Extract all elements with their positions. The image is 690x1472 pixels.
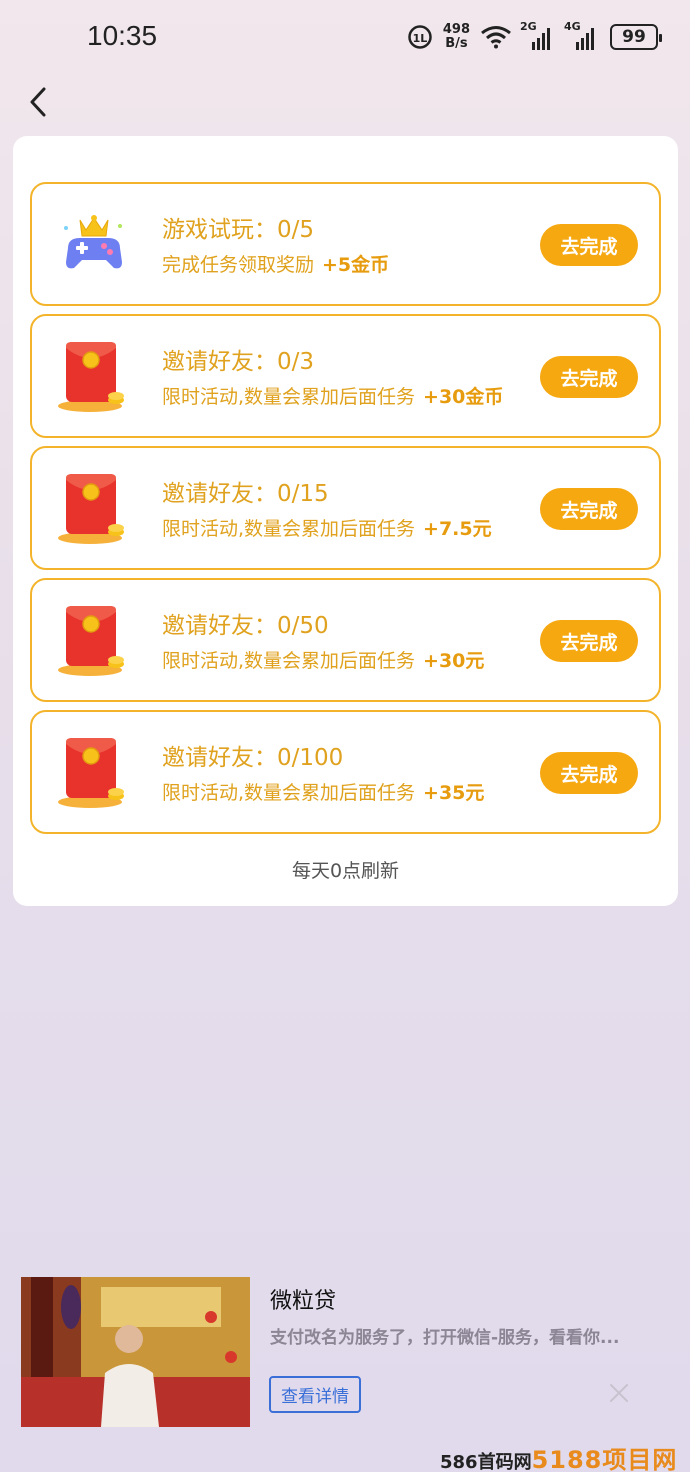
wifi-icon [481, 26, 511, 49]
task-title: 邀请好友：0/15 [162, 481, 329, 507]
task-title: 游戏试玩：0/5 [162, 217, 315, 243]
task-description: 限时活动,数量会累加后面任务 +7.5元 [162, 514, 492, 541]
task-description-text: 限时活动,数量会累加后面任务 [162, 782, 416, 804]
go-complete-button[interactable]: 去完成 [540, 488, 638, 530]
task-reward: +35元 [423, 782, 485, 804]
refresh-note: 每天0点刷新 [291, 860, 400, 882]
signal-2g-icon: 2G [520, 20, 556, 50]
task-item-game-trial: 游戏试玩：0/5 完成任务领取奖励 +5金币 去完成 [30, 182, 661, 306]
status-bar: 10:35 1L 498 B/s 2G 4G 99 [0, 0, 690, 75]
task-description: 限时活动,数量会累加后面任务 +30元 [162, 646, 484, 673]
status-icons: 1L 498 B/s 2G 4G 99 [407, 20, 662, 54]
task-item-invite-50: 邀请好友：0/50 限时活动,数量会累加后面任务 +30元 去完成 [30, 578, 661, 702]
watermark-brand: 5188项目网 [531, 1446, 678, 1472]
task-description: 限时活动,数量会累加后面任务 +30金币 [162, 382, 503, 409]
task-reward: +30金币 [423, 386, 504, 408]
task-description: 完成任务领取奖励 +5金币 [162, 250, 389, 277]
network-speed-value: 498 [442, 22, 470, 37]
back-button[interactable] [18, 82, 58, 122]
go-complete-button[interactable]: 去完成 [540, 356, 638, 398]
red-envelope-icon [58, 342, 124, 412]
signal-2g-label: 2G [520, 20, 537, 33]
ad-description: 支付改名为服务了，打开微信-服务，看看你... [270, 1328, 620, 1348]
ad-image[interactable] [21, 1277, 250, 1427]
go-complete-button[interactable]: 去完成 [540, 224, 638, 266]
task-title: 邀请好友：0/3 [162, 349, 315, 375]
task-title: 邀请好友：0/50 [162, 613, 329, 639]
signal-4g-icon: 4G [564, 20, 600, 50]
ad-banner[interactable]: 微粒贷 支付改名为服务了，打开微信-服务，看看你... 查看详情 [21, 1277, 671, 1427]
task-description-text: 限时活动,数量会累加后面任务 [162, 386, 416, 408]
watermark-prefix: 586首码网 [440, 1452, 532, 1472]
view-details-button[interactable]: 查看详情 [269, 1376, 361, 1413]
watermark: 586首码网5188项目网 [440, 1440, 677, 1472]
svg-text:1L: 1L [413, 32, 428, 45]
status-time: 10:35 [87, 20, 158, 51]
task-card: 游戏试玩：0/5 完成任务领取奖励 +5金币 去完成 邀请好友：0/3 限时活动,… [13, 136, 678, 906]
task-item-invite-3: 邀请好友：0/3 限时活动,数量会累加后面任务 +30金币 去完成 [30, 314, 661, 438]
task-description-text: 完成任务领取奖励 [162, 254, 315, 276]
task-description-text: 限时活动,数量会累加后面任务 [162, 518, 416, 540]
task-reward: +30元 [423, 650, 485, 672]
chevron-left-icon [30, 87, 46, 117]
close-icon[interactable] [607, 1381, 631, 1405]
task-item-invite-15: 邀请好友：0/15 限时活动,数量会累加后面任务 +7.5元 去完成 [30, 446, 661, 570]
task-reward: +5金币 [322, 254, 390, 276]
red-envelope-icon [58, 474, 124, 544]
task-description-text: 限时活动,数量会累加后面任务 [162, 650, 416, 672]
battery-icon: 99 [610, 24, 662, 50]
ad-title: 微粒贷 [270, 1289, 337, 1314]
network-speed: 498 B/s [443, 23, 470, 51]
go-complete-button[interactable]: 去完成 [540, 752, 638, 794]
task-description: 限时活动,数量会累加后面任务 +35元 [162, 778, 484, 805]
go-complete-button[interactable]: 去完成 [540, 620, 638, 662]
network-speed-unit: B/s [445, 36, 468, 51]
task-reward: +7.5元 [423, 518, 492, 540]
signal-4g-label: 4G [564, 20, 581, 33]
red-envelope-icon [58, 738, 124, 808]
task-title: 邀请好友：0/100 [162, 745, 344, 771]
game-controller-icon [64, 215, 122, 269]
hd-call-icon: 1L [408, 25, 432, 49]
task-item-invite-100: 邀请好友：0/100 限时活动,数量会累加后面任务 +35元 去完成 [30, 710, 661, 834]
red-envelope-icon [58, 606, 124, 676]
